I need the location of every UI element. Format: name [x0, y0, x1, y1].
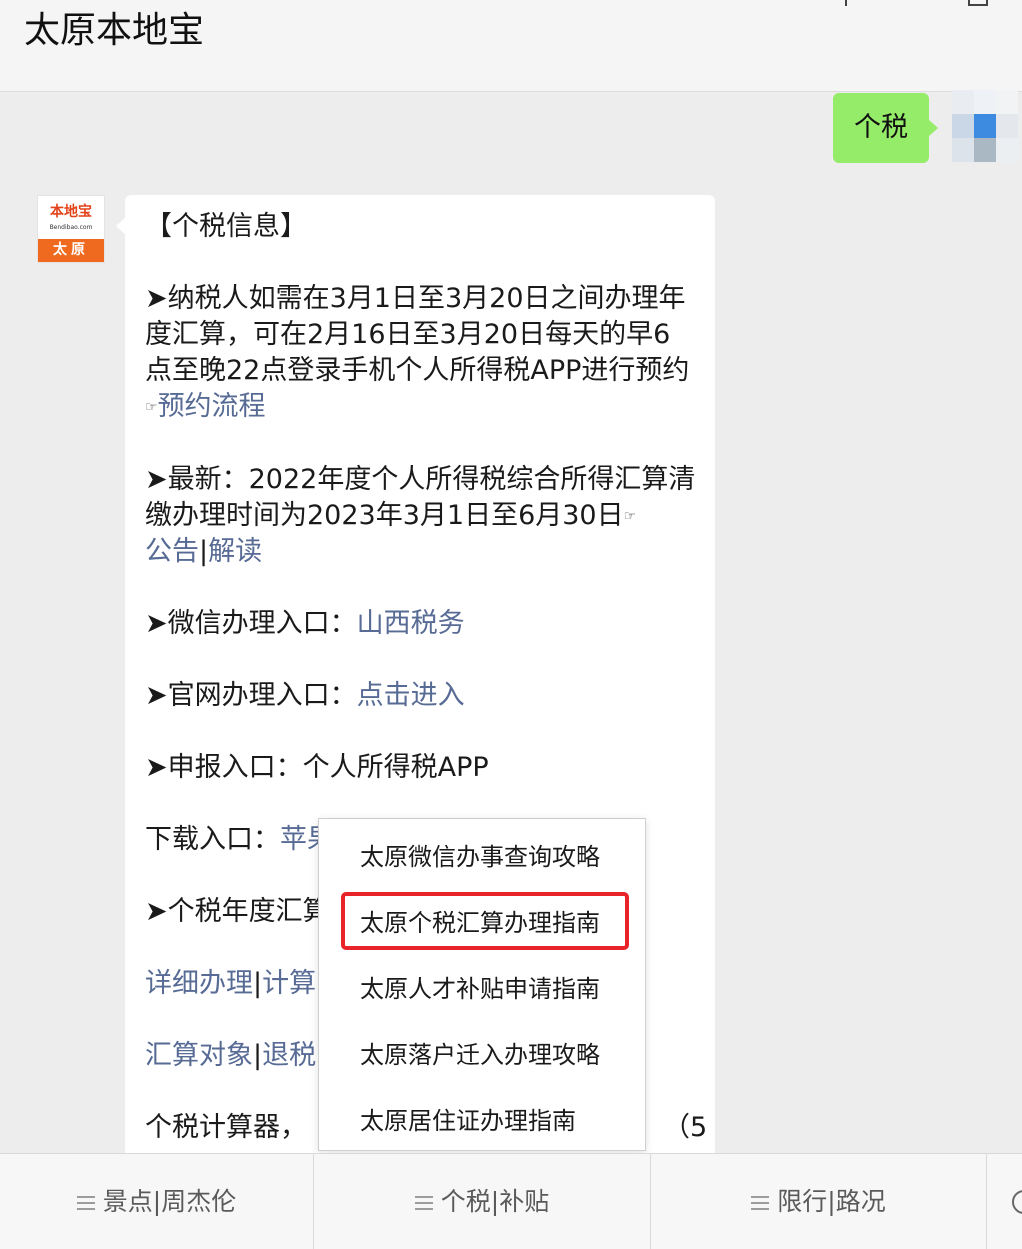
pointing-hand-icon: ☞: [623, 508, 637, 524]
website-entry-label: ➤官网办理入口：: [145, 680, 357, 711]
popup-item-residence-permit[interactable]: 太原居住证办理指南: [319, 1088, 645, 1154]
menu-icon: [414, 1196, 433, 1210]
highlight-box: [341, 892, 629, 950]
popup-item-wechat-affairs[interactable]: 太原微信办事查询攻略: [319, 824, 645, 890]
popup-item-household-registration[interactable]: 太原落户迁入办理攻略: [319, 1022, 645, 1088]
title-bar: 太原本地宝: [0, 0, 1022, 92]
logo-city: 太原: [38, 239, 104, 262]
user-avatar[interactable]: [946, 90, 1022, 164]
keyboard-switch-icon[interactable]: [1012, 1190, 1022, 1214]
reservation-text: ➤纳税人如需在3月1日至3月20日之间办理年度汇算，可在2月16日至3月20日每…: [145, 283, 690, 386]
chat-title: 太原本地宝: [24, 10, 205, 51]
link-detailed-process[interactable]: 详细办理: [145, 968, 253, 999]
wechat-entry-label: ➤微信办理入口：: [145, 608, 357, 639]
link-announcement[interactable]: 公告: [145, 536, 199, 567]
title-bar-divider: [845, 0, 855, 6]
latest-text: ➤最新：2022年度个人所得税综合所得汇算清缴办理时间为2023年3月1日至6月…: [145, 463, 696, 531]
menu-tab-label: 限行|路况: [777, 1187, 886, 1216]
bottom-menu-popup: 太原微信办事查询攻略 太原个税汇算办理指南 太原人才补贴申请指南 太原落户迁入办…: [318, 818, 646, 1151]
calculator-text: 个税计算器，: [145, 1112, 307, 1143]
message-paragraph-latest: ➤最新：2022年度个人所得税综合所得汇算清缴办理时间为2023年3月1日至6月…: [145, 462, 697, 571]
link-separator: |: [253, 1040, 263, 1071]
menu-icon: [751, 1196, 770, 1210]
message-paragraph-reservation: ➤纳税人如需在3月1日至3月20日之间办理年度汇算，可在2月16日至3月20日每…: [145, 281, 697, 426]
link-settlement-targets[interactable]: 汇算对象: [145, 1040, 253, 1071]
pointing-hand-icon: ☞: [145, 399, 158, 416]
menu-tab-attractions[interactable]: 景点|周杰伦: [0, 1154, 313, 1249]
popup-item-talent-subsidy[interactable]: 太原人才补贴申请指南: [319, 956, 645, 1022]
download-label: 下载入口：: [145, 824, 280, 855]
menu-tab-tax[interactable]: 个税|补贴: [314, 1154, 650, 1249]
more-icon[interactable]: [968, 0, 988, 6]
logo-brand: 本地宝: [50, 204, 92, 220]
message-paragraph-website: ➤官网办理入口：点击进入: [145, 678, 697, 714]
bendibao-logo: 本地宝 Bendibao.com: [38, 196, 104, 240]
bendibao-avatar[interactable]: 本地宝 Bendibao.com 太原: [37, 195, 105, 263]
link-shanxi-tax[interactable]: 山西税务: [357, 608, 465, 639]
message-paragraph-wechat: ➤微信办理入口：山西税务: [145, 606, 697, 642]
calculator-tail: （5: [663, 1112, 708, 1143]
outgoing-message-bubble: 个税: [833, 93, 938, 163]
menu-tab-label: 个税|补贴: [440, 1187, 550, 1216]
link-separator: |: [253, 968, 263, 999]
menu-tab-label: 景点|周杰伦: [102, 1187, 237, 1216]
message-heading: 【个税信息】: [145, 211, 307, 242]
link-calculate[interactable]: 计算: [262, 968, 316, 999]
link-tax-refund[interactable]: 退税: [262, 1040, 316, 1071]
link-separator: |: [199, 536, 209, 567]
logo-url: Bendibao.com: [49, 224, 93, 231]
link-click-enter[interactable]: 点击进入: [357, 680, 465, 711]
menu-divider: [986, 1154, 987, 1249]
message-paragraph-app: ➤申报入口：个人所得税APP: [145, 752, 489, 783]
link-interpretation[interactable]: 解读: [208, 536, 262, 567]
link-reservation-process[interactable]: 预约流程: [158, 391, 266, 422]
menu-icon: [76, 1196, 95, 1210]
menu-tab-traffic[interactable]: 限行|路况: [651, 1154, 986, 1249]
bottom-menu-bar: 景点|周杰伦 个税|补贴 限行|路况: [0, 1153, 1022, 1249]
